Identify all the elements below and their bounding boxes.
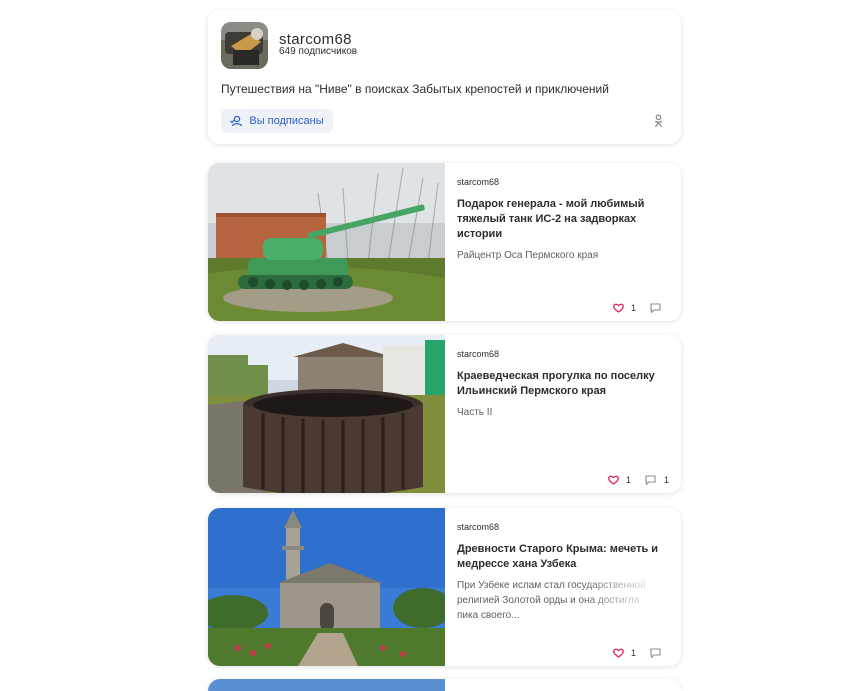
article-author[interactable]: starcom68 [457,177,499,187]
channel-card: starcom68 649 подписчиков Путешествия на… [208,10,681,144]
comment-icon[interactable] [650,303,661,313]
odnoklassniki-icon[interactable] [654,114,663,128]
article-thumbnail[interactable] [208,335,445,493]
well-ring-image [208,335,445,493]
channel-avatar[interactable] [221,22,268,69]
heart-icon[interactable] [613,303,624,313]
like-count: 1 [630,303,636,313]
article-stats: 1 [613,648,669,658]
comment-count: 1 [663,475,669,485]
article-card[interactable]: starcom68 Древности Старого Крыма: мечет… [208,508,681,666]
tank-image [208,163,445,321]
channel-description: Путешествия на "Ниве" в поисках Забытых … [221,82,609,96]
next-article-card[interactable] [208,679,681,691]
article-subtitle: Часть II [457,407,493,418]
article-card[interactable]: starcom68 Подарок генерала - мой любимый… [208,163,681,321]
user-check-icon [230,115,243,127]
subscribed-label: Вы подписаны [249,115,324,127]
heart-icon[interactable] [613,648,624,658]
subscriber-count: 649 подписчиков [279,46,358,57]
article-card[interactable]: starcom68 Краеведческая прогулка по посе… [208,335,681,493]
like-count: 1 [625,475,631,485]
like-count: 1 [630,648,636,658]
article-subtitle: При Узбеке ислам стал государственной ре… [457,580,646,621]
mosque-image [208,508,445,666]
article-title[interactable]: Краеведческая прогулка по поселку Ильинс… [457,369,672,399]
comment-icon[interactable] [645,475,656,485]
comment-icon[interactable] [650,648,661,658]
article-stats: 1 [613,303,669,313]
heart-icon[interactable] [608,475,619,485]
article-thumbnail[interactable] [208,508,445,666]
article-thumbnail[interactable] [208,163,445,321]
article-title[interactable]: Подарок генерала - мой любимый тяжелый т… [457,197,672,242]
article-title[interactable]: Древности Старого Крыма: мечеть и медрес… [457,542,672,572]
article-author[interactable]: starcom68 [457,522,499,532]
article-stats: 1 1 [608,475,669,485]
next-article-thumbnail [208,679,445,691]
article-author[interactable]: starcom68 [457,349,499,359]
subscribed-button[interactable]: Вы подписаны [221,109,333,133]
article-subtitle: Райцентр Оса Пермского края [457,250,599,261]
